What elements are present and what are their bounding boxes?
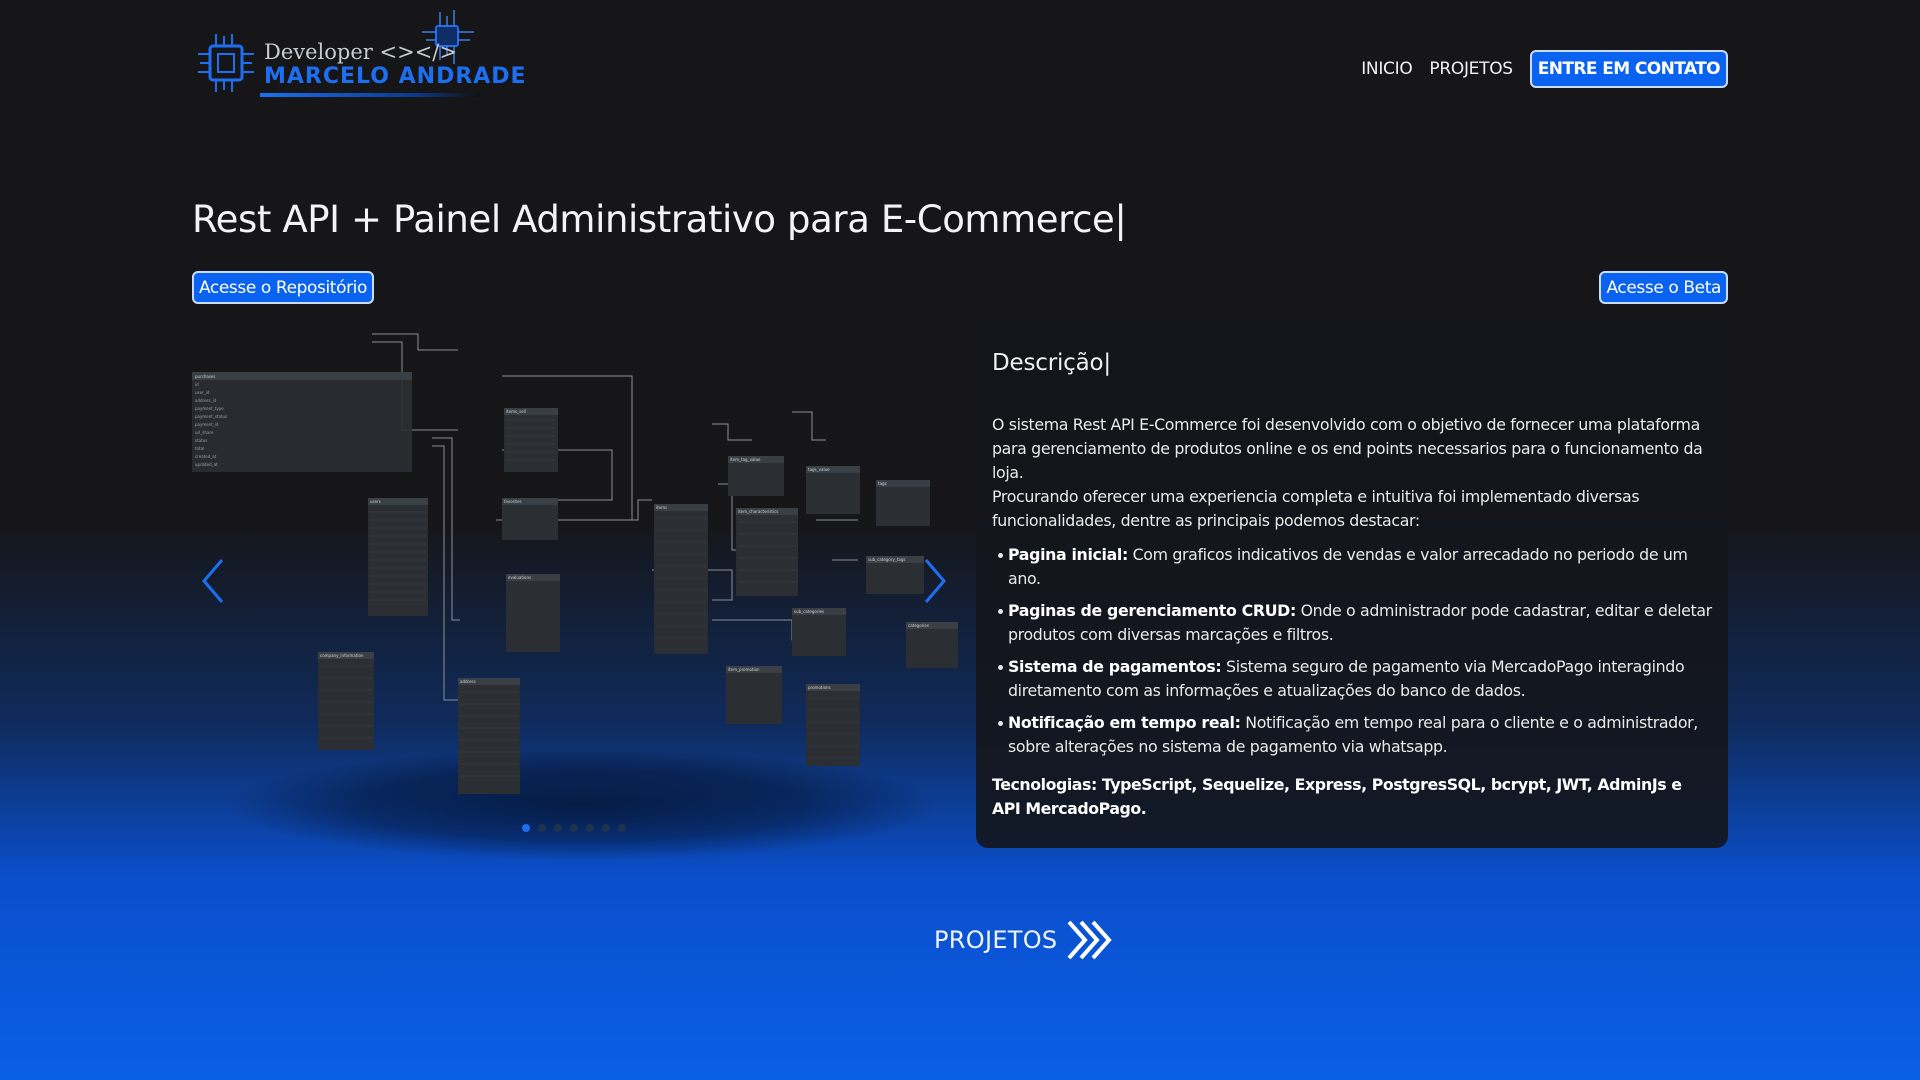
description-intro-2: Procurando oferecer uma experiencia comp… (992, 487, 1640, 530)
svg-text:evaluations: evaluations (508, 575, 531, 580)
carousel-dot[interactable] (570, 824, 578, 832)
feature-title: Sistema de pagamentos: (1008, 657, 1222, 676)
feature-title: Notificação em tempo real: (1008, 713, 1241, 732)
page-title: Rest API + Painel Administrativo para E-… (192, 198, 1127, 241)
svg-text:payment_id: payment_id (195, 422, 219, 427)
description-panel: Descrição| O sistema Rest API E-Commerce… (976, 320, 1728, 848)
feature-item: Paginas de gerenciamento CRUD: Onde o ad… (998, 599, 1712, 647)
svg-text:sub_category_tags: sub_category_tags (868, 557, 905, 562)
carousel-indicators (522, 824, 626, 832)
carousel-dot[interactable] (554, 824, 562, 832)
feature-list: Pagina inicial: Com graficos indicativos… (998, 543, 1712, 759)
svg-text:items: items (656, 505, 667, 510)
carousel-dot[interactable] (586, 824, 594, 832)
feature-item: Pagina inicial: Com graficos indicativos… (998, 543, 1712, 591)
svg-text:total: total (195, 446, 204, 451)
description-intro: O sistema Rest API E-Commerce foi desenv… (992, 415, 1703, 482)
beta-button[interactable]: Acesse o Beta (1599, 271, 1728, 304)
svg-text:promotions: promotions (808, 685, 831, 690)
logo-name: MARCELO ANDRADE (264, 64, 527, 89)
svg-text:items_sell: items_sell (506, 409, 526, 414)
carousel-dot[interactable] (522, 824, 530, 832)
svg-text:tags_value: tags_value (808, 467, 830, 472)
svg-text:item_promotion: item_promotion (728, 667, 760, 672)
svg-text:created_at: created_at (195, 454, 217, 459)
projects-link-label: PROJETOS (934, 926, 1058, 954)
logo-underline (260, 93, 480, 97)
svg-text:item_tag_value: item_tag_value (730, 457, 761, 462)
svg-text:favorites: favorites (504, 499, 522, 504)
svg-text:id: id (195, 382, 199, 387)
svg-text:status: status (195, 438, 207, 443)
nav-home[interactable]: INICIO (1361, 59, 1413, 79)
svg-text:categories: categories (908, 623, 929, 628)
site-logo[interactable]: Developer <></> MARCELO ANDRADE (194, 10, 526, 102)
svg-text:company_information: company_information (320, 653, 364, 658)
carousel-prev-arrow-icon[interactable] (198, 556, 228, 606)
logo-developer-text: Developer <></> (264, 40, 457, 64)
feature-item: Notificação em tempo real: Notificação e… (998, 711, 1712, 759)
svg-text:payment_status: payment_status (195, 414, 227, 419)
feature-title: Paginas de gerenciamento CRUD: (1008, 601, 1296, 620)
chip-icon (198, 34, 254, 92)
svg-text:payment_type: payment_type (195, 406, 224, 411)
carousel-dot[interactable] (602, 824, 610, 832)
projects-link[interactable]: PROJETOS (934, 918, 1117, 962)
svg-text:address_id: address_id (195, 398, 217, 403)
svg-text:updated_at: updated_at (195, 462, 218, 467)
nav-contact-button[interactable]: ENTRE EM CONTATO (1529, 50, 1728, 88)
svg-text:user_id: user_id (195, 390, 210, 395)
main-nav: INICIO PROJETOS ENTRE EM CONTATO (1361, 50, 1728, 88)
carousel-dot[interactable] (618, 824, 626, 832)
carousel-dot[interactable] (538, 824, 546, 832)
carousel-next-arrow-icon[interactable] (920, 556, 950, 606)
svg-text:address: address (460, 679, 476, 684)
technologies-text: Tecnologias: TypeScript, Sequelize, Expr… (992, 775, 1682, 818)
double-chevron-right-icon (1067, 920, 1113, 960)
svg-text:users: users (370, 499, 381, 504)
repository-button[interactable]: Acesse o Repositório (192, 271, 374, 304)
database-diagram-image: purchases id user_id address_id payment_typ… (192, 333, 958, 794)
svg-text:url_share: url_share (195, 430, 214, 435)
nav-projects[interactable]: PROJETOS (1429, 59, 1513, 79)
feature-item: Sistema de pagamentos: Sistema seguro de… (998, 655, 1712, 703)
svg-text:tags: tags (878, 481, 887, 486)
description-title: Descrição| (992, 350, 1111, 376)
svg-text:item_characteristics: item_characteristics (738, 509, 778, 514)
svg-text:sub_categories: sub_categories (794, 609, 824, 614)
project-carousel: purchases id user_id address_id payment_typ… (192, 320, 960, 860)
svg-text:purchases: purchases (195, 374, 215, 379)
feature-title: Pagina inicial: (1008, 545, 1128, 564)
